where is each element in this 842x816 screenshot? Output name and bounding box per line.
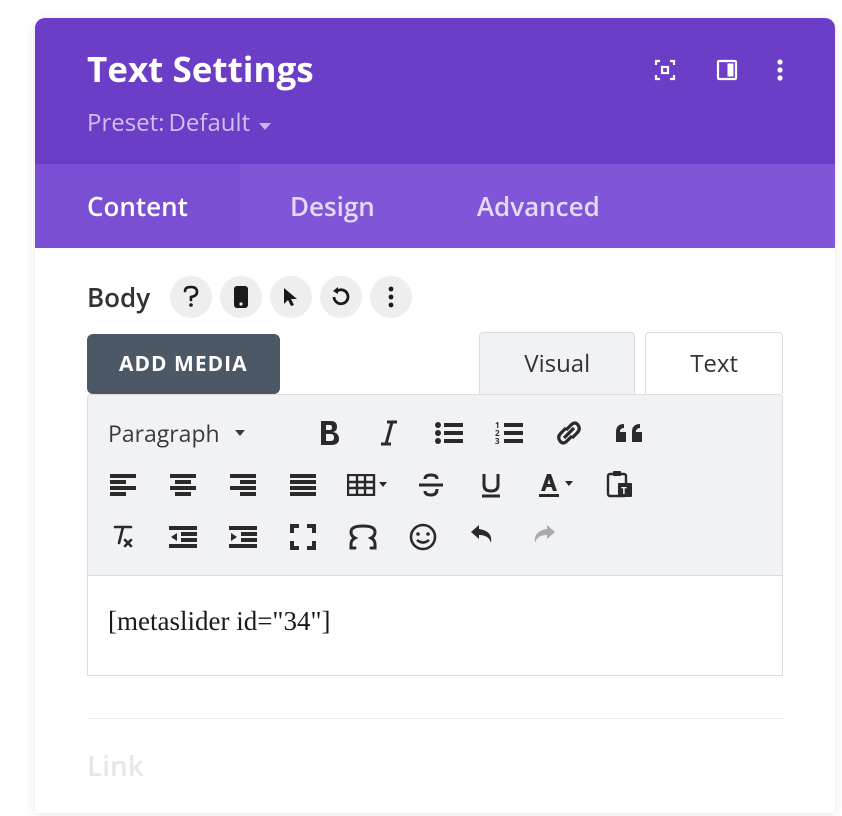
toolbar-row-1: Paragraph 123 — [98, 407, 772, 459]
content-area: Body — [35, 248, 835, 813]
svg-text:T: T — [621, 483, 627, 497]
numbered-list-icon[interactable]: 123 — [484, 411, 534, 455]
toolbar-row-2: T — [98, 459, 772, 511]
preset-value: Default — [169, 106, 251, 139]
fullscreen-icon[interactable] — [278, 515, 328, 559]
table-icon[interactable] — [338, 463, 396, 507]
align-left-icon[interactable] — [98, 463, 148, 507]
svg-text:3: 3 — [495, 436, 500, 444]
emoji-icon[interactable] — [398, 515, 448, 559]
redo-icon[interactable] — [518, 515, 568, 559]
bullet-list-icon[interactable] — [424, 411, 474, 455]
link-section-label: Link — [87, 747, 783, 785]
text-color-icon[interactable] — [526, 463, 584, 507]
reset-icon[interactable] — [320, 276, 362, 318]
undo-icon[interactable] — [458, 515, 508, 559]
strikethrough-icon[interactable] — [406, 463, 456, 507]
text-settings-panel: Text Settings — [35, 18, 835, 813]
link-section: Link — [87, 718, 783, 785]
bold-icon[interactable] — [304, 411, 354, 455]
format-value: Paragraph — [108, 417, 220, 449]
align-center-icon[interactable] — [158, 463, 208, 507]
italic-icon[interactable] — [364, 411, 414, 455]
editor-tab-text[interactable]: Text — [645, 332, 783, 394]
preset-selector[interactable]: Preset: Default — [87, 105, 783, 140]
media-row: ADD MEDIA Visual Text — [87, 332, 783, 394]
tab-content[interactable]: Content — [35, 164, 240, 248]
mobile-icon[interactable] — [220, 276, 262, 318]
quote-icon[interactable] — [604, 411, 654, 455]
outdent-icon[interactable] — [158, 515, 208, 559]
format-selector[interactable]: Paragraph — [98, 411, 294, 455]
expand-icon[interactable] — [653, 58, 677, 82]
body-row: Body — [87, 276, 783, 318]
options-icon[interactable] — [370, 276, 412, 318]
align-right-icon[interactable] — [218, 463, 268, 507]
body-label: Body — [87, 279, 150, 315]
paste-text-icon[interactable]: T — [594, 463, 644, 507]
panel-title: Text Settings — [87, 46, 314, 93]
header-actions — [653, 58, 783, 82]
layout-icon[interactable] — [715, 58, 739, 82]
editor-text: [metaslider id="34"] — [108, 606, 330, 636]
clear-format-icon[interactable] — [98, 515, 148, 559]
indent-icon[interactable] — [218, 515, 268, 559]
header-top-row: Text Settings — [87, 46, 783, 93]
preset-label: Preset: — [87, 106, 165, 139]
more-icon[interactable] — [777, 58, 783, 82]
panel-header: Text Settings — [35, 18, 835, 164]
editor-toolbar: Paragraph 123 — [87, 394, 783, 576]
tab-design[interactable]: Design — [240, 164, 425, 248]
help-icon[interactable] — [170, 276, 212, 318]
toolbar-row-3 — [98, 511, 772, 563]
main-tabs: Content Design Advanced — [35, 164, 835, 248]
chevron-down-icon — [258, 107, 272, 140]
align-justify-icon[interactable] — [278, 463, 328, 507]
underline-icon[interactable] — [466, 463, 516, 507]
add-media-button[interactable]: ADD MEDIA — [87, 334, 280, 394]
editor-tab-visual[interactable]: Visual — [479, 332, 635, 394]
tab-advanced[interactable]: Advanced — [425, 164, 652, 248]
editor-content-area[interactable]: [metaslider id="34"] — [87, 576, 783, 676]
link-icon[interactable] — [544, 411, 594, 455]
editor-mode-tabs: Visual Text — [479, 332, 783, 394]
hover-icon[interactable] — [270, 276, 312, 318]
special-char-icon[interactable] — [338, 515, 388, 559]
